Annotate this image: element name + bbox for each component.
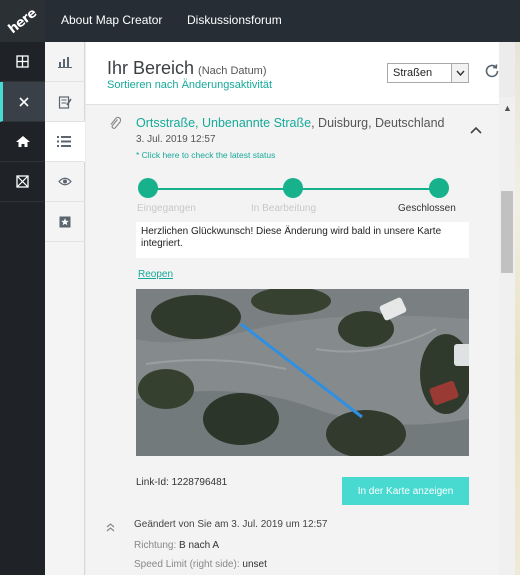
- report-date: 3. Jul. 2019 12:57: [136, 134, 216, 145]
- close-icon[interactable]: [0, 82, 45, 122]
- category-select[interactable]: Straßen: [387, 63, 469, 83]
- here-logo[interactable]: here: [0, 0, 45, 42]
- link-id: Link-Id: 1228796481: [136, 477, 228, 488]
- top-bar: About Map Creator Diskussionsforum: [45, 0, 520, 42]
- star-box-icon[interactable]: [45, 202, 85, 242]
- eye-icon[interactable]: [45, 162, 85, 202]
- stage-label-processing: In Bearbeitung: [251, 203, 317, 214]
- paperclip-icon: [109, 116, 122, 136]
- show-on-map-button[interactable]: In der Karte anzeigen: [342, 477, 469, 505]
- sort-by-activity-link[interactable]: Sortieren nach Änderungsaktivität: [107, 79, 272, 91]
- map-edge[interactable]: [515, 42, 520, 575]
- about-link[interactable]: About Map Creator: [61, 13, 162, 27]
- speed-limit-value: unset: [242, 559, 267, 570]
- panel-scrollbar[interactable]: ▲: [499, 97, 515, 575]
- secondary-rail: [45, 42, 85, 575]
- stage-dot-processing: [283, 178, 303, 198]
- report-card: Ortsstraße, Unbenannte Straße, Duisburg,…: [86, 104, 499, 575]
- forum-link[interactable]: Diskussionsforum: [187, 13, 282, 27]
- layers-icon[interactable]: [0, 42, 45, 82]
- stage-label-received: Eingegangen: [137, 203, 196, 214]
- scroll-up-icon[interactable]: ▲: [503, 103, 512, 113]
- street-name-link[interactable]: Ortsstraße, Unbenannte Straße: [136, 116, 311, 130]
- category-select-value: Straßen: [393, 67, 433, 79]
- check-status-link[interactable]: * Click here to check the latest status: [136, 150, 275, 160]
- chevron-up-icon[interactable]: [470, 121, 482, 139]
- stage-dot-closed: [429, 178, 449, 198]
- status-message: Herzlichen Glückwunsch! Diese Änderung w…: [136, 222, 469, 258]
- edit-report-icon[interactable]: [45, 82, 85, 122]
- report-address: Ortsstraße, Unbenannte Straße, Duisburg,…: [136, 116, 445, 130]
- stats-icon[interactable]: [45, 42, 85, 82]
- direction-row: Richtung: B nach A: [134, 540, 220, 551]
- chevron-down-icon: [451, 64, 468, 82]
- satellite-icon[interactable]: [0, 162, 45, 202]
- satellite-image[interactable]: [136, 289, 469, 456]
- sort-mode-label: (Nach Datum): [198, 65, 267, 77]
- direction-value: B nach A: [179, 540, 220, 551]
- scroll-thumb[interactable]: [501, 191, 513, 273]
- stage-label-closed: Geschlossen: [398, 203, 456, 214]
- stage-dot-received: [138, 178, 158, 198]
- page-title: Ihr Bereich (Nach Datum): [107, 58, 267, 78]
- community-icon[interactable]: [0, 122, 45, 162]
- list-icon[interactable]: [45, 122, 85, 162]
- main-rail: here: [0, 0, 45, 575]
- reopen-link[interactable]: Reopen: [138, 269, 173, 280]
- my-area-panel: Ihr Bereich (Nach Datum) Sortieren nach Ä…: [86, 42, 499, 575]
- changed-by-text: Geändert von Sie am 3. Jul. 2019 um 12:5…: [134, 519, 328, 530]
- double-chevron-up-icon[interactable]: [106, 519, 115, 537]
- speed-limit-row: Speed Limit (right side): unset: [134, 559, 267, 570]
- refresh-icon[interactable]: [484, 63, 500, 84]
